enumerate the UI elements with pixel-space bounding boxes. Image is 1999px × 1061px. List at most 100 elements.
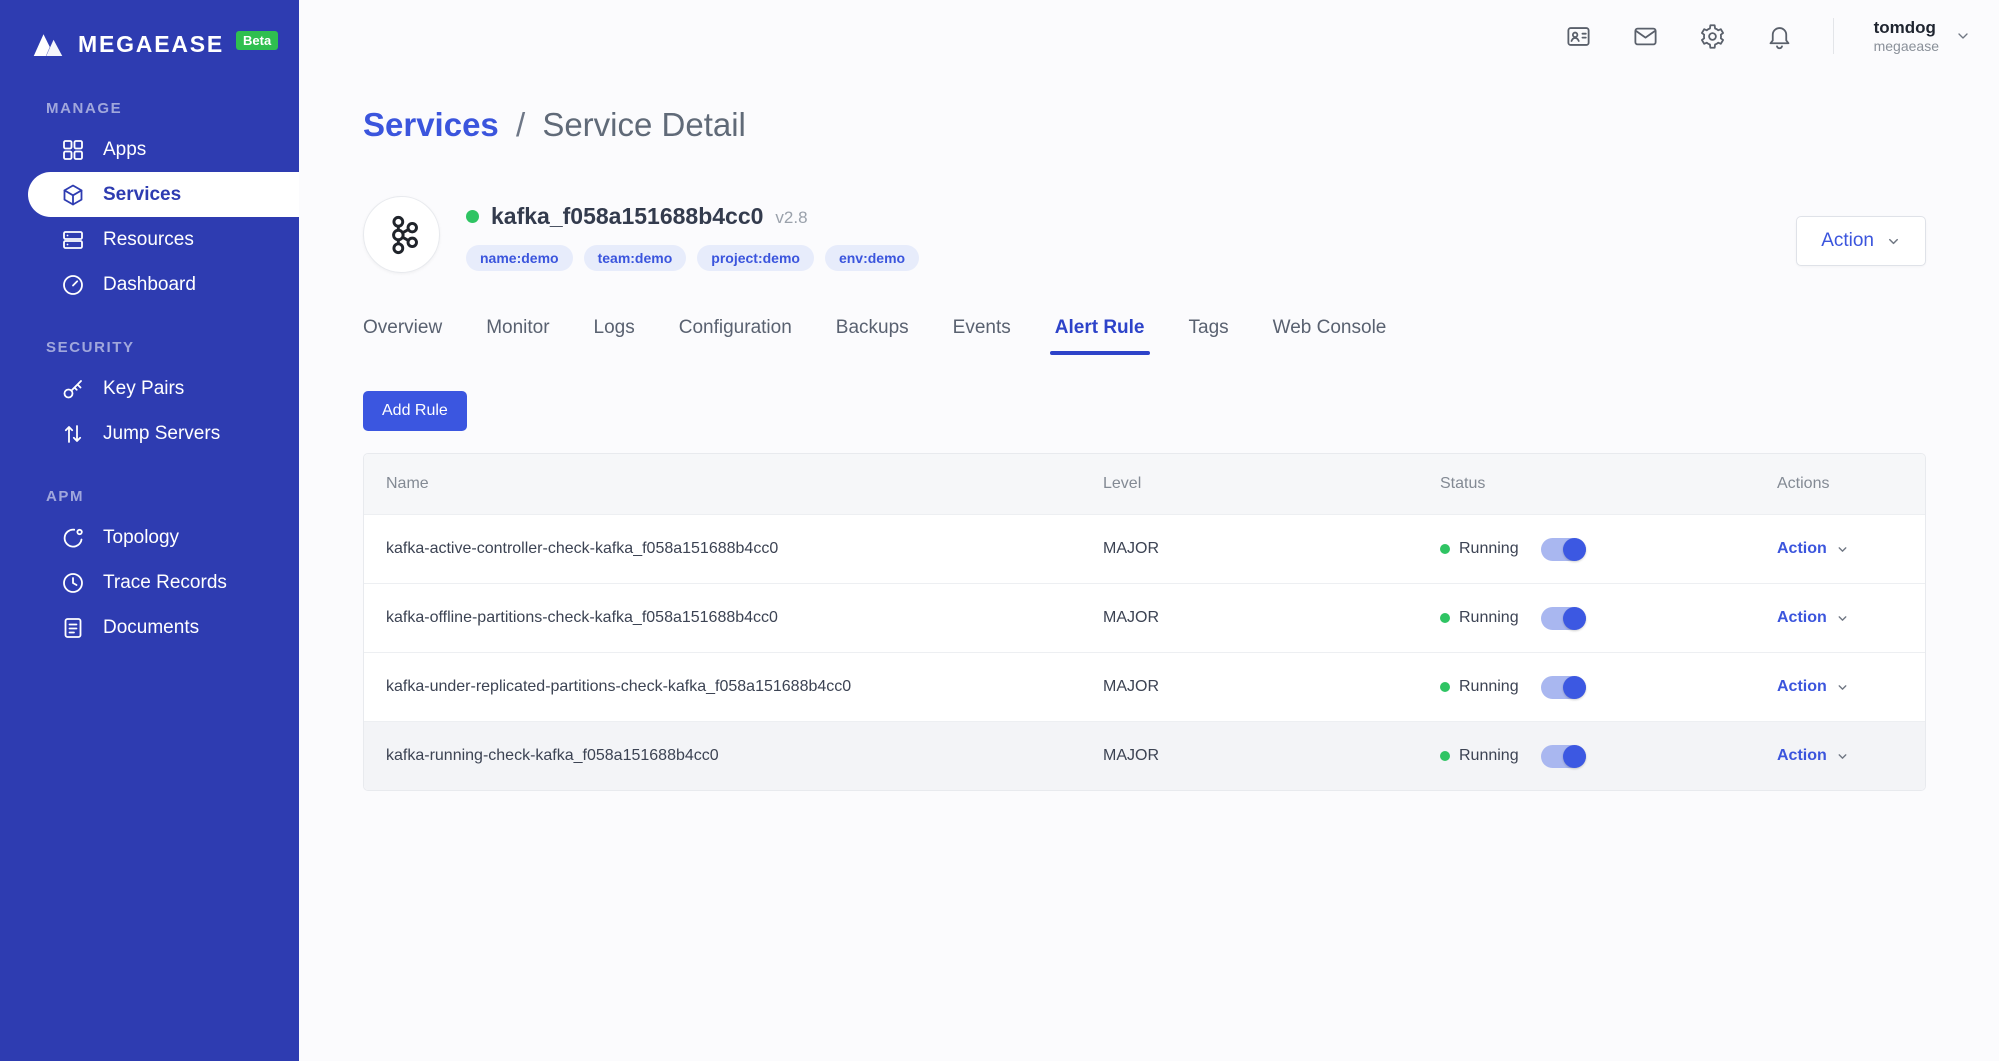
rule-enabled-toggle[interactable]	[1541, 676, 1586, 699]
sidebar-item-documents[interactable]: Documents	[28, 605, 299, 650]
column-header-actions: Actions	[1777, 475, 1925, 493]
topology-icon	[61, 526, 85, 550]
rule-action-label: Action	[1777, 540, 1827, 558]
main-area: tomdog megaease Services / Service Detai…	[299, 0, 1999, 1061]
sidebar-item-label: Apps	[103, 139, 146, 161]
sidebar-item-label: Dashboard	[103, 274, 196, 296]
user-name: tomdog	[1874, 17, 1936, 38]
tab-overview[interactable]: Overview	[363, 317, 442, 355]
rule-status-text: Running	[1459, 678, 1519, 696]
tag-env-demo: env:demo	[825, 245, 919, 271]
column-header-status: Status	[1440, 475, 1777, 493]
sidebar-item-label: Topology	[103, 527, 179, 549]
kafka-icon	[380, 213, 424, 257]
breadcrumb: Services / Service Detail	[363, 106, 1926, 144]
tab-logs[interactable]: Logs	[594, 317, 635, 355]
service-action-label: Action	[1821, 230, 1874, 252]
alert-rules-table: Name Level Status Actions kafka-active-c…	[363, 453, 1926, 791]
mail-icon[interactable]	[1632, 23, 1659, 50]
rule-status-text: Running	[1459, 609, 1519, 627]
services-icon	[61, 183, 85, 207]
rule-enabled-toggle[interactable]	[1541, 745, 1586, 768]
brand: MEGAEASE Beta	[0, 0, 299, 68]
chevron-down-icon	[1836, 612, 1849, 625]
resources-icon	[61, 228, 85, 252]
rule-status-cell: Running	[1440, 745, 1777, 768]
rule-level: MAJOR	[1103, 747, 1440, 765]
rule-action-label: Action	[1777, 678, 1827, 696]
rule-status-cell: Running	[1440, 676, 1777, 699]
running-status-dot	[1440, 751, 1450, 761]
tab-tags[interactable]: Tags	[1189, 317, 1229, 355]
sidebar-item-dashboard[interactable]: Dashboard	[28, 262, 299, 307]
running-status-dot	[1440, 613, 1450, 623]
user-info: tomdog megaease	[1874, 17, 1939, 56]
breadcrumb-separator: /	[516, 106, 525, 143]
service-version: v2.8	[775, 208, 807, 228]
chevron-down-icon	[1886, 234, 1901, 249]
table-row: kafka-offline-partitions-check-kafka_f05…	[364, 583, 1925, 652]
sidebar-item-trace-records[interactable]: Trace Records	[28, 560, 299, 605]
rule-action-menu[interactable]: Action	[1777, 747, 1925, 765]
gear-icon[interactable]	[1699, 23, 1726, 50]
sidebar-item-label: Documents	[103, 617, 199, 639]
kafka-logo-avatar	[363, 196, 440, 273]
sidebar-item-label: Jump Servers	[103, 423, 220, 445]
rule-enabled-toggle[interactable]	[1541, 538, 1586, 561]
service-status-dot	[466, 210, 479, 223]
rule-name: kafka-offline-partitions-check-kafka_f05…	[386, 609, 1103, 627]
tab-events[interactable]: Events	[953, 317, 1011, 355]
rule-action-menu[interactable]: Action	[1777, 678, 1925, 696]
service-info: kafka_f058a151688b4cc0 v2.8 name:demo te…	[466, 196, 919, 271]
tab-bar: Overview Monitor Logs Configuration Back…	[363, 317, 1926, 355]
service-header: kafka_f058a151688b4cc0 v2.8 name:demo te…	[363, 196, 1926, 273]
sidebar-item-apps[interactable]: Apps	[28, 127, 299, 172]
chevron-down-icon	[1955, 28, 1971, 44]
clock-icon	[61, 571, 85, 595]
topbar: tomdog megaease	[299, 0, 1999, 72]
tab-web-console[interactable]: Web Console	[1273, 317, 1387, 355]
section-label-manage: MANAGE	[46, 100, 299, 117]
tag-team-demo: team:demo	[584, 245, 687, 271]
rule-action-menu[interactable]: Action	[1777, 609, 1925, 627]
sidebar-item-services[interactable]: Services	[28, 172, 299, 217]
rule-level: MAJOR	[1103, 540, 1440, 558]
sidebar-item-jump-servers[interactable]: Jump Servers	[28, 411, 299, 456]
document-icon	[61, 616, 85, 640]
section-label-apm: APM	[46, 488, 299, 505]
table-row: kafka-running-check-kafka_f058a151688b4c…	[364, 721, 1925, 790]
user-menu[interactable]: tomdog megaease	[1874, 17, 1971, 56]
page-title: Service Detail	[542, 106, 746, 143]
add-rule-button[interactable]: Add Rule	[363, 391, 467, 431]
content: Services / Service Detail kafka_f058a151…	[299, 72, 1999, 791]
sidebar-item-label: Resources	[103, 229, 194, 251]
tab-configuration[interactable]: Configuration	[679, 317, 792, 355]
service-tags: name:demo team:demo project:demo env:dem…	[466, 245, 919, 271]
tab-monitor[interactable]: Monitor	[486, 317, 549, 355]
rule-action-menu[interactable]: Action	[1777, 540, 1925, 558]
column-header-name: Name	[386, 475, 1103, 493]
bell-icon[interactable]	[1766, 23, 1793, 50]
tab-backups[interactable]: Backups	[836, 317, 909, 355]
contact-card-icon[interactable]	[1565, 23, 1592, 50]
jump-servers-icon	[61, 422, 85, 446]
running-status-dot	[1440, 544, 1450, 554]
rule-enabled-toggle[interactable]	[1541, 607, 1586, 630]
sidebar-item-topology[interactable]: Topology	[28, 515, 299, 560]
sidebar-item-label: Key Pairs	[103, 378, 184, 400]
tab-alert-rule[interactable]: Alert Rule	[1055, 317, 1145, 355]
sidebar-item-key-pairs[interactable]: Key Pairs	[28, 366, 299, 411]
breadcrumb-services-link[interactable]: Services	[363, 106, 499, 143]
sidebar-item-label: Trace Records	[103, 572, 227, 594]
rule-status-text: Running	[1459, 747, 1519, 765]
rule-action-label: Action	[1777, 747, 1827, 765]
service-action-button[interactable]: Action	[1796, 216, 1926, 266]
rule-level: MAJOR	[1103, 678, 1440, 696]
rule-level: MAJOR	[1103, 609, 1440, 627]
sidebar-item-label: Services	[103, 184, 181, 206]
sidebar-item-resources[interactable]: Resources	[28, 217, 299, 262]
sidebar: MEGAEASE Beta MANAGE Apps Services Resou…	[0, 0, 299, 1061]
column-header-level: Level	[1103, 475, 1440, 493]
rule-status-text: Running	[1459, 540, 1519, 558]
topbar-divider	[1833, 18, 1834, 54]
